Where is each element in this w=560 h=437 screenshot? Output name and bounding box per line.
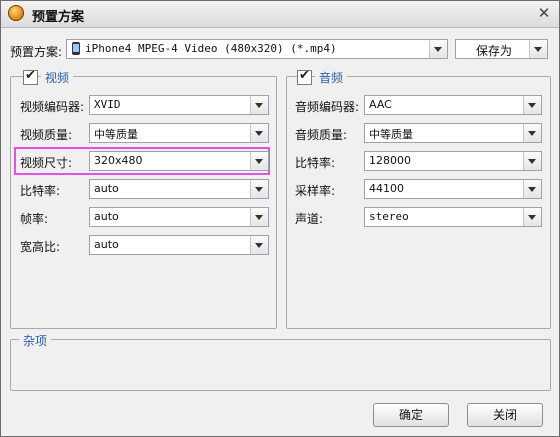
chevron-down-icon [534,47,542,52]
video-framerate-label: 帧率: [20,212,49,226]
audio-codec-dropdown[interactable] [523,96,541,114]
audio-quality-dropdown[interactable] [523,124,541,142]
audio-channels-select[interactable]: stereo [364,207,542,227]
chevron-down-icon [528,159,536,164]
video-quality-value: 中等质量 [94,128,138,141]
audio-panel-legend: 音频 [315,69,348,86]
video-panel-legend: 视频 [41,69,74,86]
check-icon: ✔ [299,68,310,83]
ok-button[interactable]: 确定 [373,403,449,427]
video-codec-select[interactable]: XVID [89,95,269,115]
video-size-label: 视频尺寸: [20,156,73,170]
title-bar: 预置方案 ✕ [1,1,559,28]
preset-select[interactable]: iPhone4 MPEG-4 Video (480x320) (*.mp4) [66,39,448,59]
preset-value: iPhone4 MPEG-4 Video (480x320) (*.mp4) [85,42,337,55]
audio-quality-select[interactable]: 中等质量 [364,123,542,143]
dialog-title: 预置方案 [32,10,85,25]
preset-label: 预置方案: [10,45,63,59]
audio-quality-value: 中等质量 [369,128,413,141]
audio-channels-dropdown[interactable] [523,208,541,226]
video-framerate-value: auto [94,210,119,223]
video-quality-label: 视频质量: [20,128,73,142]
preset-dropdown-button[interactable] [429,40,447,58]
audio-bitrate-select[interactable]: 128000 [364,151,542,171]
save-as-dropdown-button[interactable] [529,40,547,58]
save-as-button[interactable]: 保存为 [455,39,548,59]
video-codec-value: XVID [94,98,121,111]
audio-samplerate-select[interactable]: 44100 [364,179,542,199]
video-size-select[interactable]: 320x480 [89,151,269,171]
video-framerate-select[interactable]: auto [89,207,269,227]
video-bitrate-dropdown[interactable] [250,180,268,198]
chevron-down-icon [255,215,263,220]
chevron-down-icon [528,187,536,192]
audio-quality-label: 音频质量: [295,128,348,142]
audio-bitrate-label: 比特率: [295,156,336,170]
audio-samplerate-dropdown[interactable] [523,180,541,198]
audio-samplerate-label: 采样率: [295,184,336,198]
video-aspect-value: auto [94,238,119,251]
chevron-down-icon [528,215,536,220]
chevron-down-icon [255,131,263,136]
phone-icon [72,42,80,55]
video-aspect-label: 宽高比: [20,240,61,254]
save-as-label: 保存为 [476,44,513,58]
audio-bitrate-dropdown[interactable] [523,152,541,170]
video-framerate-dropdown[interactable] [250,208,268,226]
chevron-down-icon [255,187,263,192]
audio-bitrate-value: 128000 [369,154,411,167]
audio-codec-label: 音频编码器: [295,100,360,114]
video-aspect-select[interactable]: auto [89,235,269,255]
audio-channels-label: 声道: [295,212,324,226]
video-bitrate-value: auto [94,182,119,195]
misc-panel [10,339,551,391]
chevron-down-icon [255,243,263,248]
close-icon[interactable]: ✕ [534,4,554,22]
video-size-dropdown[interactable] [250,152,268,170]
close-button[interactable]: 关闭 [467,403,543,427]
video-bitrate-select[interactable]: auto [89,179,269,199]
audio-channels-value: stereo [369,210,409,223]
chevron-down-icon [528,103,536,108]
audio-enable-checkbox[interactable]: ✔ [297,68,312,85]
misc-panel-legend: 杂项 [19,332,52,349]
chevron-down-icon [255,103,263,108]
video-quality-dropdown[interactable] [250,124,268,142]
video-aspect-dropdown[interactable] [250,236,268,254]
audio-samplerate-value: 44100 [369,182,404,195]
video-size-value: 320x480 [94,154,143,167]
preset-dialog: 预置方案 ✕ 预置方案: iPhone4 MPEG-4 Video (480x3… [0,0,560,437]
video-bitrate-label: 比特率: [20,184,61,198]
chevron-down-icon [528,131,536,136]
video-codec-label: 视频编码器: [20,100,85,114]
video-quality-select[interactable]: 中等质量 [89,123,269,143]
audio-codec-select[interactable]: AAC [364,95,542,115]
audio-codec-value: AAC [369,98,392,111]
chevron-down-icon [434,47,442,52]
chevron-down-icon [255,159,263,164]
app-logo-icon [8,5,24,21]
video-codec-dropdown[interactable] [250,96,268,114]
check-icon: ✔ [25,68,36,83]
video-enable-checkbox[interactable]: ✔ [23,68,38,85]
